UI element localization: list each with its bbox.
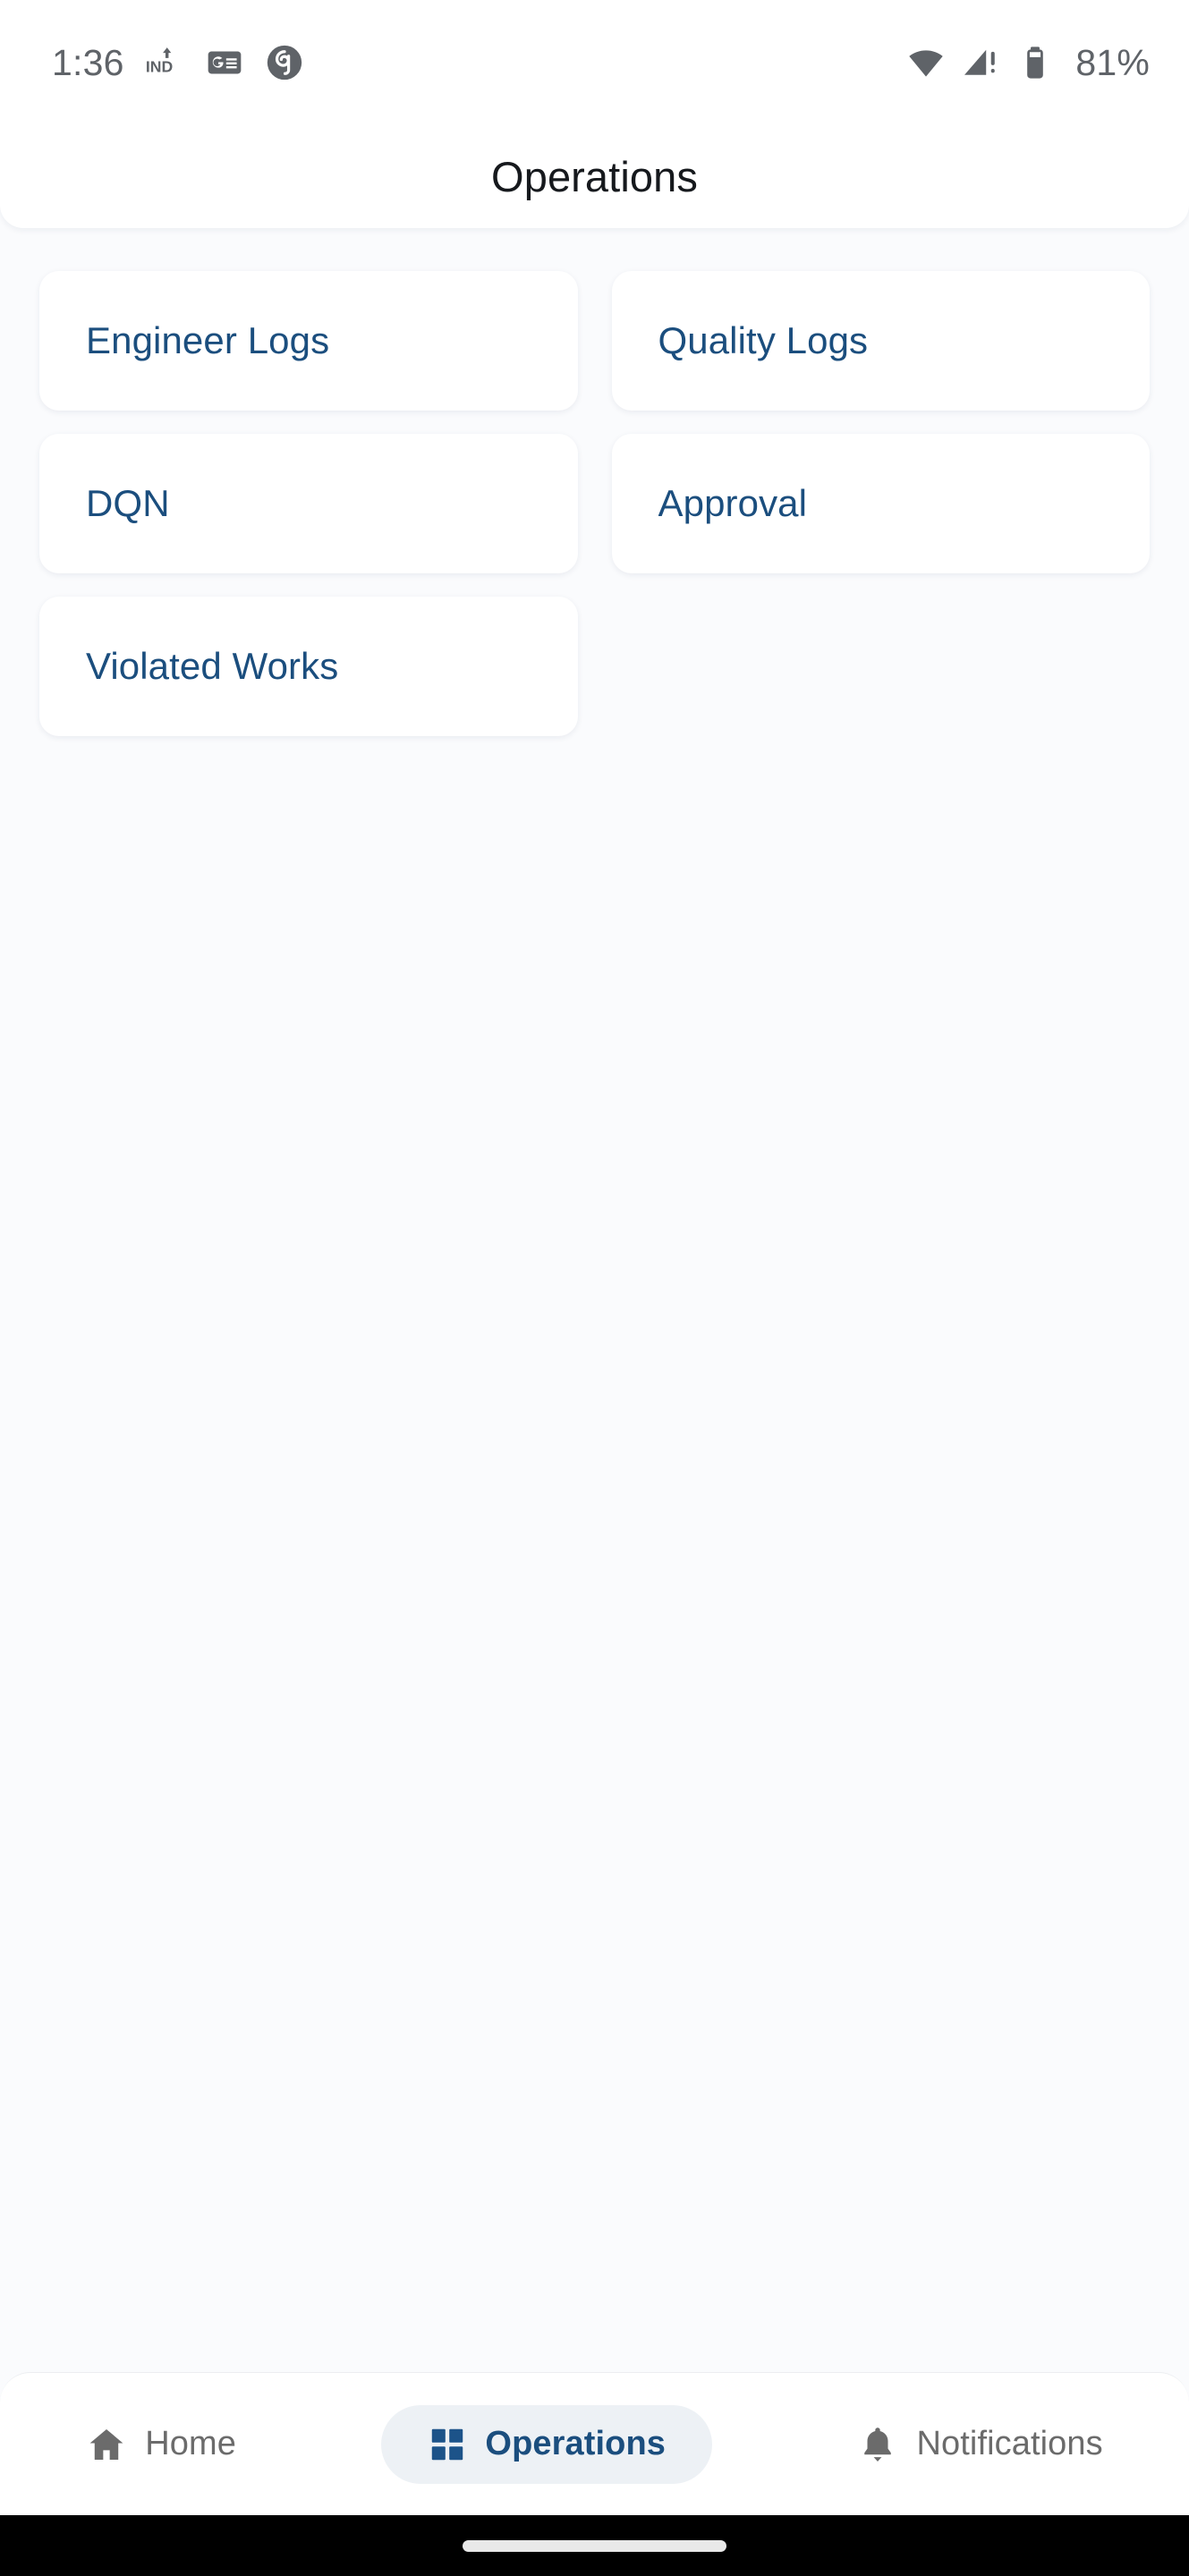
spiral-app-icon bbox=[264, 42, 305, 83]
cellular-signal-warning-icon bbox=[961, 43, 1000, 82]
tile-dqn[interactable]: DQN bbox=[39, 434, 578, 573]
page-title: Operations bbox=[491, 153, 698, 200]
tile-label: Engineer Logs bbox=[86, 319, 330, 361]
bottom-navigation-bar: Home Operations Notifications bbox=[0, 2372, 1189, 2515]
status-bar-clock: 1:36 bbox=[52, 41, 124, 83]
operations-tile-grid: Engineer Logs Quality Logs DQN Approval … bbox=[39, 271, 1150, 736]
tile-label: Quality Logs bbox=[658, 319, 869, 361]
tile-label: DQN bbox=[86, 482, 170, 524]
bell-icon bbox=[857, 2424, 898, 2465]
nav-item-label: Operations bbox=[485, 2425, 667, 2462]
grid-dashboard-icon bbox=[428, 2425, 467, 2464]
nav-item-notifications[interactable]: Notifications bbox=[830, 2404, 1129, 2485]
status-bar: 1:36 IND 81% bbox=[0, 0, 1189, 125]
status-bar-left: 1:36 IND bbox=[52, 42, 305, 83]
gesture-navigation-bar bbox=[0, 2515, 1189, 2576]
google-news-icon bbox=[205, 43, 244, 82]
nav-item-label: Home bbox=[145, 2425, 236, 2462]
tile-engineer-logs[interactable]: Engineer Logs bbox=[39, 271, 578, 411]
home-icon bbox=[86, 2424, 127, 2465]
gesture-handle[interactable] bbox=[463, 2539, 726, 2552]
nav-item-operations[interactable]: Operations bbox=[381, 2404, 713, 2484]
phone-screen: 1:36 IND 81% Operations Engineer Logs Qu… bbox=[0, 0, 1189, 2576]
tile-label: Approval bbox=[658, 482, 808, 524]
battery-percentage-label: 81% bbox=[1075, 41, 1150, 83]
battery-icon bbox=[1015, 43, 1055, 82]
content-area: Engineer Logs Quality Logs DQN Approval … bbox=[0, 228, 1189, 2372]
tile-violated-works[interactable]: Violated Works bbox=[39, 597, 578, 736]
wifi-icon bbox=[906, 43, 946, 82]
tile-approval[interactable]: Approval bbox=[611, 434, 1150, 573]
vpn-ind-icon: IND bbox=[144, 42, 185, 83]
nav-item-label: Notifications bbox=[916, 2425, 1103, 2462]
tile-quality-logs[interactable]: Quality Logs bbox=[611, 271, 1150, 411]
svg-text:IND: IND bbox=[146, 58, 173, 76]
nav-item-home[interactable]: Home bbox=[59, 2404, 263, 2485]
status-bar-right: 81% bbox=[906, 43, 1150, 82]
app-bar: Operations bbox=[0, 125, 1189, 228]
tile-label: Violated Works bbox=[86, 645, 339, 687]
